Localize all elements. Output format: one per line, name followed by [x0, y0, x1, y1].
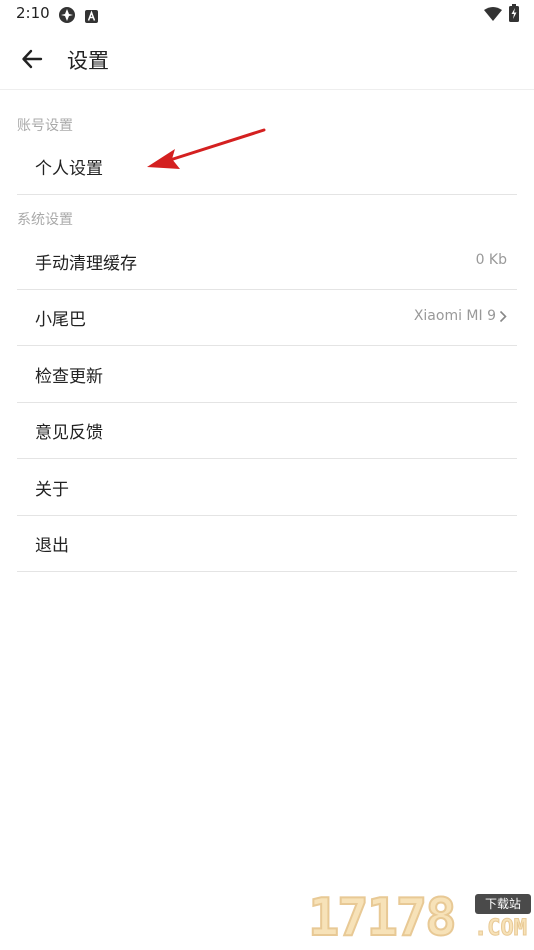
settings-item-label: 关于 — [35, 480, 69, 500]
status-bar: 2:10 — [0, 0, 534, 28]
settings-item-check-update[interactable]: 检查更新 — [17, 347, 517, 403]
watermark-logo: 17178 下载站 .COM — [307, 887, 534, 950]
device-model-value: Xiaomi MI 9 — [414, 308, 507, 324]
section-header-account: 账号设置 — [17, 118, 73, 134]
wifi-icon — [484, 6, 502, 25]
settings-item-label: 小尾巴 — [35, 310, 86, 330]
settings-item-label: 退出 — [35, 536, 69, 556]
settings-item-label: 检查更新 — [35, 367, 103, 387]
settings-item-personal[interactable]: 个人设置 — [17, 139, 517, 195]
settings-item-clear-cache[interactable]: 手动清理缓存 0 Kb — [17, 234, 517, 290]
app-notification-icon — [58, 6, 76, 28]
settings-item-about[interactable]: 关于 — [17, 460, 517, 516]
settings-item-tail[interactable]: 小尾巴 Xiaomi MI 9 — [17, 290, 517, 346]
chevron-right-icon — [499, 310, 507, 322]
device-model-text: Xiaomi MI 9 — [413, 308, 496, 324]
page-title: 设置 — [67, 49, 109, 73]
watermark-number: 17178 — [307, 887, 458, 949]
settings-item-label: 个人设置 — [35, 159, 103, 179]
battery-charging-icon — [509, 4, 519, 26]
arrow-left-icon — [22, 49, 43, 69]
status-time: 2:10 — [16, 4, 50, 22]
settings-item-label: 意见反馈 — [35, 423, 103, 443]
watermark-badge: 下载站 — [475, 894, 531, 914]
app-bar-divider — [0, 89, 534, 90]
app-bar: 设置 — [0, 30, 534, 88]
cache-size-value: 0 Kb — [476, 252, 507, 268]
watermark-domain: .COM — [474, 916, 528, 942]
settings-item-label: 手动清理缓存 — [35, 254, 137, 274]
cache-size-text: 0 Kb — [475, 252, 507, 268]
a-letter-icon — [85, 8, 98, 27]
settings-item-feedback[interactable]: 意见反馈 — [17, 403, 517, 459]
settings-item-logout[interactable]: 退出 — [17, 516, 517, 572]
section-header-system: 系统设置 — [17, 212, 73, 228]
back-button[interactable] — [14, 41, 50, 77]
